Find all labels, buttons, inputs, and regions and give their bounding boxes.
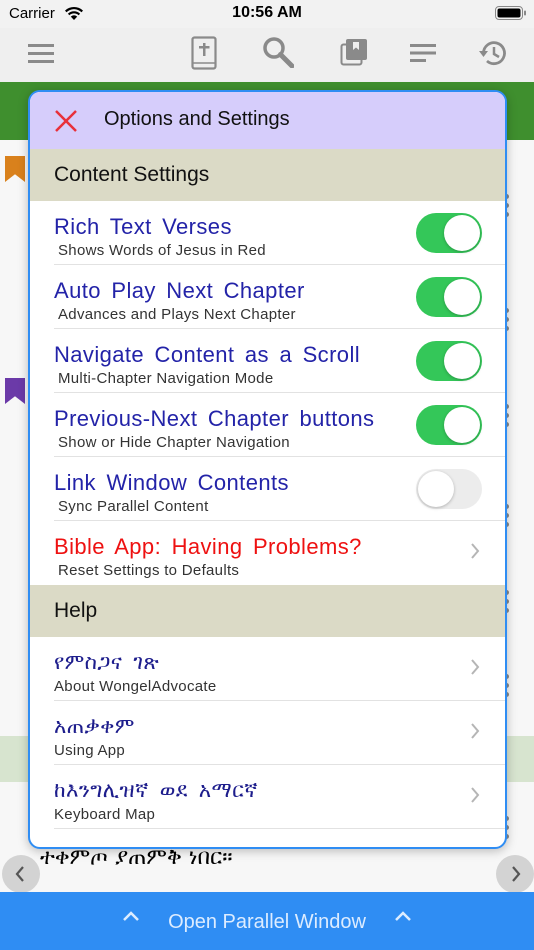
setting-link-window-contents[interactable]: Link Window Contents Sync Parallel Conte…	[30, 457, 505, 521]
chevron-right-icon	[471, 787, 480, 803]
bible-book-icon[interactable]	[191, 36, 217, 70]
menu-icon[interactable]	[28, 42, 54, 64]
open-parallel-window-bar[interactable]: Open Parallel Window	[0, 892, 534, 950]
problem-subtitle: Reset Settings to Defaults	[58, 562, 240, 579]
library-icon[interactable]	[340, 38, 368, 66]
top-toolbar	[0, 28, 534, 82]
auto-play-toggle[interactable]	[416, 277, 482, 317]
setting-rich-text-verses[interactable]: Rich Text Verses Shows Words of Jesus in…	[30, 201, 505, 265]
status-bar: Carrier 10:56 AM	[0, 0, 534, 28]
help-item-keyboard-map[interactable]: ከእንግሊዝኛ ወደ አማርኛ Keyboard Map	[30, 765, 505, 829]
setting-navigate-as-scroll[interactable]: Navigate Content as a Scroll Multi-Chapt…	[30, 329, 505, 393]
section-header-help: Help	[30, 585, 505, 637]
setting-subtitle: Show or Hide Chapter Navigation	[58, 434, 290, 451]
problem-title: Bible App: Having Problems?	[54, 534, 362, 559]
link-window-toggle[interactable]	[416, 469, 482, 509]
help-title: አጠቃቀም	[54, 714, 135, 738]
modal-title: Options and Settings	[104, 108, 290, 130]
next-chapter-button[interactable]	[496, 855, 534, 893]
close-icon[interactable]	[52, 107, 80, 135]
section-header-content-settings: Content Settings	[30, 149, 505, 201]
previous-chapter-button[interactable]	[2, 855, 40, 893]
scroll-mode-toggle[interactable]	[416, 341, 482, 381]
chevron-right-icon	[471, 723, 480, 739]
chevron-left-icon	[15, 866, 24, 882]
chevron-right-icon	[512, 866, 521, 882]
reset-settings-row[interactable]: Bible App: Having Problems? Reset Settin…	[30, 521, 505, 585]
help-title: የምስጋና ገጽ	[54, 650, 160, 674]
setting-prev-next-buttons[interactable]: Previous-Next Chapter buttons Show or Hi…	[30, 393, 505, 457]
setting-title: Navigate Content as a Scroll	[54, 342, 361, 367]
open-parallel-window-label: Open Parallel Window	[168, 911, 366, 933]
history-icon[interactable]	[478, 38, 508, 68]
battery-icon	[495, 6, 526, 20]
prev-next-toggle[interactable]	[416, 405, 482, 445]
section-title: Content Settings	[54, 163, 210, 186]
modal-header: Options and Settings	[30, 92, 505, 149]
setting-title: Link Window Contents	[54, 470, 289, 495]
help-subtitle: About WongelAdvocate	[54, 678, 217, 695]
help-subtitle: Keyboard Map	[54, 806, 156, 823]
bookmark-icon	[5, 156, 25, 182]
setting-title: Rich Text Verses	[54, 214, 232, 239]
setting-auto-play-next-chapter[interactable]: Auto Play Next Chapter Advances and Play…	[30, 265, 505, 329]
bookmark-icon	[5, 378, 25, 404]
chevron-right-icon	[471, 543, 480, 559]
setting-subtitle: Advances and Plays Next Chapter	[58, 306, 296, 323]
help-item-using-app[interactable]: አጠቃቀም Using App	[30, 701, 505, 765]
setting-subtitle: Shows Words of Jesus in Red	[58, 242, 266, 259]
help-subtitle: Using App	[54, 742, 126, 759]
setting-subtitle: Multi-Chapter Navigation Mode	[58, 370, 274, 387]
options-settings-modal: Options and Settings Content Settings Ri…	[28, 90, 507, 849]
search-icon[interactable]	[262, 36, 294, 68]
section-title: Help	[54, 599, 98, 622]
text-lines-icon[interactable]	[410, 43, 436, 63]
setting-title: Auto Play Next Chapter	[54, 278, 305, 303]
setting-subtitle: Sync Parallel Content	[58, 498, 209, 515]
chevron-up-icon	[395, 911, 411, 921]
rich-text-toggle[interactable]	[416, 213, 482, 253]
clock: 10:56 AM	[232, 4, 302, 21]
help-title: ከእንግሊዝኛ ወደ አማርኛ	[54, 778, 258, 802]
help-item-about[interactable]: የምስጋና ገጽ About WongelAdvocate	[30, 637, 505, 701]
setting-title: Previous-Next Chapter buttons	[54, 406, 375, 431]
chevron-right-icon	[471, 659, 480, 675]
